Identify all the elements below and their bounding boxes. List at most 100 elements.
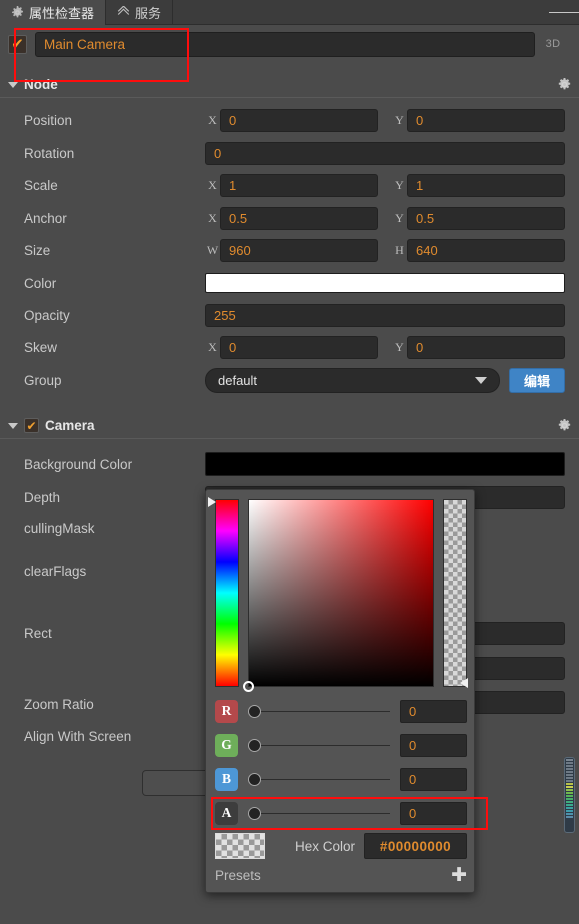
tab-label: 属性检查器 (29, 6, 95, 21)
hex-color-row: Hex Color #00000000 (215, 831, 467, 861)
property-label: Align With Screen (24, 728, 132, 744)
channel-row-r: R 0 (215, 699, 467, 723)
position-y-input[interactable]: 0 (407, 108, 565, 132)
property-label: Color (24, 275, 57, 291)
hue-marker-icon[interactable] (208, 497, 216, 507)
inspector-panel: 属性检查器 服务 ✔ Main Camera 3D Node Position (0, 0, 579, 924)
axis-label-w: W (206, 242, 219, 257)
tab-services[interactable]: 服务 (106, 0, 174, 25)
axis-label-y: Y (395, 339, 404, 354)
property-label: Opacity (24, 307, 70, 323)
channel-row-g: G 0 (215, 733, 467, 757)
presets-row: Presets ✚ (215, 864, 467, 886)
axis-label-y: Y (395, 112, 404, 127)
property-label: Size (24, 242, 51, 258)
property-label: Zoom Ratio (24, 696, 94, 712)
property-row-anchor: Anchor X 0.5 Y 0.5 (0, 202, 579, 234)
alpha-value-input[interactable]: 0 (400, 801, 467, 825)
hue-strip[interactable] (208, 497, 239, 687)
property-row-opacity: Opacity 255 (0, 299, 579, 331)
size-height-input[interactable]: 640 (407, 238, 565, 262)
chevron-down-icon (474, 376, 487, 384)
node-enabled-checkbox[interactable]: ✔ (8, 34, 27, 54)
rotation-input[interactable]: 0 (205, 141, 565, 165)
node-mode-badge: 3D (545, 38, 561, 50)
alpha-marker-icon[interactable] (460, 678, 468, 688)
property-row-background-color: Background Color (0, 448, 579, 480)
green-value-input[interactable]: 0 (400, 733, 467, 757)
property-row-size: Size W 960 H 640 (0, 234, 579, 266)
size-width-input[interactable]: 960 (220, 238, 378, 262)
alpha-strip[interactable] (443, 499, 468, 688)
scale-y-input[interactable]: 1 (407, 173, 565, 197)
add-preset-button[interactable]: ✚ (451, 866, 467, 885)
background-color-swatch[interactable] (205, 452, 565, 476)
property-row-color: Color (0, 267, 579, 299)
skew-y-input[interactable]: 0 (407, 335, 565, 359)
property-label: Depth (24, 489, 61, 505)
property-label: clearFlags (24, 563, 87, 579)
property-label: Group (24, 372, 62, 388)
hamburger-icon[interactable] (549, 0, 579, 25)
slider-knob[interactable] (248, 704, 261, 718)
tab-property-inspector[interactable]: 属性检查器 (0, 0, 107, 25)
alpha-slider[interactable] (248, 802, 390, 825)
anchor-x-input[interactable]: 0.5 (220, 206, 378, 230)
node-name-input[interactable]: Main Camera (35, 31, 535, 57)
axis-label-x: X (208, 339, 217, 354)
slider-knob[interactable] (248, 806, 261, 820)
channel-badge-g: G (215, 733, 238, 757)
axis-label-x: X (208, 112, 217, 127)
anchor-y-input[interactable]: 0.5 (407, 206, 565, 230)
level-meter-widget (564, 757, 575, 833)
scale-x-input[interactable]: 1 (220, 173, 378, 197)
section-header-camera[interactable]: ✔ Camera (0, 413, 579, 439)
node-settings-gear-icon[interactable] (558, 78, 571, 91)
green-slider[interactable] (248, 734, 390, 757)
slider-knob[interactable] (248, 772, 261, 786)
section-header-node[interactable]: Node (0, 72, 579, 98)
property-label: cullingMask (24, 520, 95, 536)
property-label: Anchor (24, 210, 67, 226)
property-label: Rect (24, 625, 52, 641)
opacity-input[interactable]: 255 (205, 303, 565, 327)
tab-label: 服务 (135, 6, 162, 21)
property-label: Background Color (24, 456, 133, 472)
channel-badge-a: A (215, 801, 238, 825)
camera-settings-gear-icon[interactable] (558, 419, 571, 432)
property-row-skew: Skew X 0 Y 0 (0, 331, 579, 363)
group-select[interactable]: default (205, 367, 500, 393)
camera-enabled-checkbox[interactable]: ✔ (24, 418, 39, 433)
edit-group-button[interactable]: 编辑 (508, 367, 565, 393)
red-value-input[interactable]: 0 (400, 699, 467, 723)
color-picker-gradients (208, 497, 468, 692)
axis-label-y: Y (395, 177, 404, 192)
property-label: Skew (24, 339, 58, 355)
chevron-down-icon (8, 81, 18, 88)
skew-x-input[interactable]: 0 (220, 335, 378, 359)
node-color-swatch[interactable] (205, 273, 565, 293)
group-select-value: default (218, 372, 258, 388)
slider-knob[interactable] (248, 738, 261, 752)
color-preview-swatch (215, 833, 265, 859)
saturation-value-area[interactable] (243, 499, 434, 692)
blue-value-input[interactable]: 0 (400, 767, 467, 791)
sv-marker-icon[interactable] (243, 681, 254, 692)
channel-row-b: B 0 (215, 767, 467, 791)
property-label: Rotation (24, 145, 75, 161)
position-x-input[interactable]: 0 (220, 108, 378, 132)
color-picker-popup[interactable]: R 0 G 0 B 0 A 0 Hex Color #00000000 Pres… (205, 489, 475, 893)
property-row-group: Group default 编辑 (0, 364, 579, 396)
blue-slider[interactable] (248, 768, 390, 791)
gear-icon (11, 6, 24, 19)
channel-badge-b: B (215, 767, 238, 791)
red-slider[interactable] (248, 700, 390, 723)
axis-label-x: X (208, 177, 217, 192)
property-label: Position (24, 112, 73, 128)
axis-label-h: H (395, 242, 404, 257)
section-title: Node (24, 77, 58, 92)
hex-color-input[interactable]: #00000000 (364, 833, 467, 859)
presets-label: Presets (215, 867, 261, 883)
hex-color-label: Hex Color (295, 838, 356, 854)
property-label: Scale (24, 177, 58, 193)
